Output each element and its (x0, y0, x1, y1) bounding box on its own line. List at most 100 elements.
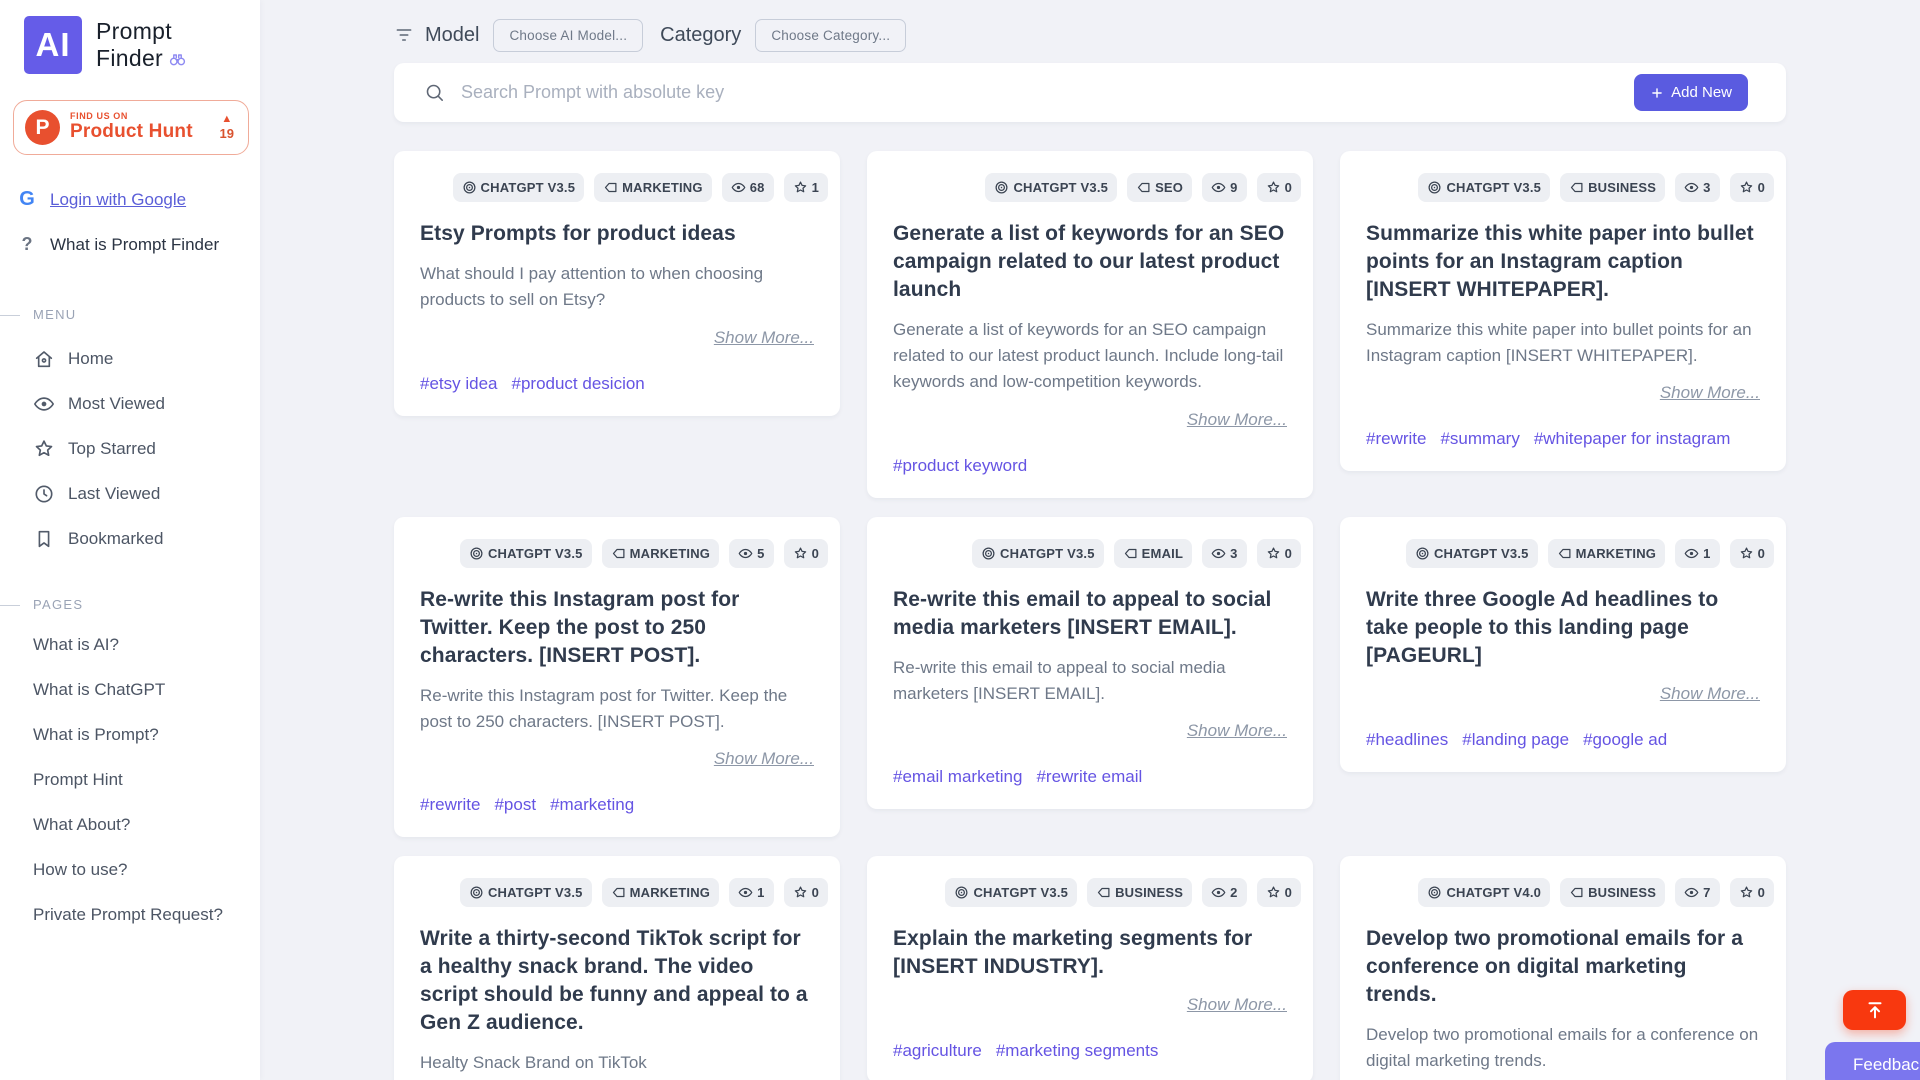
model-badge[interactable]: CHATGPT V3.5 (460, 878, 592, 907)
sidebar-item-last-viewed[interactable]: Last Viewed (0, 471, 260, 516)
category-badge[interactable]: BUSINESS (1560, 878, 1665, 907)
tag-link[interactable]: #headlines (1366, 730, 1448, 750)
model-badge[interactable]: CHATGPT V3.5 (1406, 539, 1538, 568)
tag-link[interactable]: #email marketing (893, 767, 1022, 787)
show-more-row: Show More... (893, 410, 1287, 430)
page-link-what-is-ai[interactable]: What is AI? (0, 622, 260, 667)
prompt-card[interactable]: CHATGPT V3.5MARKETING681Etsy Prompts for… (394, 151, 840, 416)
sidebar-item-top-starred[interactable]: Top Starred (0, 426, 260, 471)
model-badge[interactable]: CHATGPT V3.5 (460, 539, 592, 568)
bookmark-icon (33, 528, 55, 550)
category-badge[interactable]: BUSINESS (1087, 878, 1192, 907)
star-icon (1739, 180, 1754, 195)
model-badge[interactable]: CHATGPT V4.0 (1418, 878, 1550, 907)
stars-badge[interactable]: 0 (1257, 173, 1301, 202)
stars-badge[interactable]: 0 (1257, 878, 1301, 907)
tag-link[interactable]: #landing page (1462, 730, 1569, 750)
tag-link[interactable]: #google ad (1583, 730, 1667, 750)
prompt-card[interactable]: CHATGPT V3.5BUSINESS20Explain the market… (867, 856, 1313, 1080)
page-link-private-prompt-request[interactable]: Private Prompt Request? (0, 892, 260, 937)
model-badge[interactable]: CHATGPT V3.5 (985, 173, 1117, 202)
show-more-row: Show More... (420, 328, 814, 348)
stars-badge-value: 0 (1285, 181, 1292, 194)
category-badge[interactable]: MARKETING (594, 173, 712, 202)
category-badge[interactable]: MARKETING (1548, 539, 1666, 568)
tag-link[interactable]: #rewrite (420, 795, 480, 815)
model-select[interactable]: Choose AI Model... (493, 19, 643, 52)
sidebar-item-home[interactable]: Home (0, 336, 260, 381)
app-root: AI Prompt Finder P FIND US ON Product Hu… (0, 0, 1920, 1080)
sidebar-item-most-viewed[interactable]: Most Viewed (0, 381, 260, 426)
tag-link[interactable]: #product keyword (893, 456, 1027, 476)
category-badge-value: MARKETING (1576, 547, 1657, 560)
star-icon (1739, 546, 1754, 561)
prompt-card[interactable]: CHATGPT V3.5BUSINESS30Summarize this whi… (1340, 151, 1786, 471)
stars-badge[interactable]: 0 (1257, 539, 1301, 568)
add-new-button[interactable]: Add New (1634, 74, 1748, 111)
category-badge[interactable]: EMAIL (1114, 539, 1192, 568)
tag-link[interactable]: #marketing (550, 795, 634, 815)
prompt-card[interactable]: CHATGPT V3.5EMAIL30Re-write this email t… (867, 517, 1313, 810)
category-badge[interactable]: MARKETING (602, 878, 720, 907)
model-badge[interactable]: CHATGPT V3.5 (972, 539, 1104, 568)
stars-badge[interactable]: 0 (784, 878, 828, 907)
stars-badge[interactable]: 0 (1730, 878, 1774, 907)
show-more-link[interactable]: Show More... (1660, 383, 1760, 402)
openai-icon (469, 546, 484, 561)
model-badge[interactable]: CHATGPT V3.5 (1418, 173, 1550, 202)
show-more-link[interactable]: Show More... (1187, 995, 1287, 1014)
tag-list: #agriculture #marketing segments (893, 1041, 1289, 1061)
category-badge[interactable]: SEO (1127, 173, 1192, 202)
prompt-card[interactable]: CHATGPT V3.5MARKETING10Write three Googl… (1340, 517, 1786, 772)
tag-link[interactable]: #whitepaper for instagram (1534, 429, 1731, 449)
stars-badge-value: 1 (812, 181, 819, 194)
tag-link[interactable]: #rewrite email (1036, 767, 1142, 787)
search-input[interactable] (461, 82, 1634, 103)
prompt-card[interactable]: CHATGPT V3.5SEO90Generate a list of keyw… (867, 151, 1313, 498)
page-link-what-is-prompt[interactable]: What is Prompt? (0, 712, 260, 757)
page-link-what-about[interactable]: What About? (0, 802, 260, 847)
feedback-button[interactable]: Feedback (1825, 1042, 1920, 1080)
show-more-link[interactable]: Show More... (1187, 410, 1287, 429)
tag-icon (603, 180, 618, 195)
model-badge[interactable]: CHATGPT V3.5 (945, 878, 1077, 907)
stars-badge[interactable]: 0 (784, 539, 828, 568)
show-more-link[interactable]: Show More... (714, 749, 814, 768)
sidebar-item-bookmarked[interactable]: Bookmarked (0, 516, 260, 561)
scroll-to-top-button[interactable] (1843, 990, 1906, 1030)
show-more-link[interactable]: Show More... (1660, 684, 1760, 703)
tag-link[interactable]: #agriculture (893, 1041, 982, 1061)
page-link-prompt-hint[interactable]: Prompt Hint (0, 757, 260, 802)
tag-link[interactable]: #marketing segments (996, 1041, 1159, 1061)
page-link-how-to-use[interactable]: How to use? (0, 847, 260, 892)
tag-link[interactable]: #product desicion (512, 374, 645, 394)
what-is-prompt-finder-link[interactable]: What is Prompt Finder (50, 235, 219, 255)
prompt-card[interactable]: CHATGPT V4.0BUSINESS70Develop two promot… (1340, 856, 1786, 1080)
show-more-link[interactable]: Show More... (1187, 721, 1287, 740)
views-badge: 1 (729, 878, 773, 907)
category-select[interactable]: Choose Category... (755, 19, 906, 52)
tag-link[interactable]: #rewrite (1366, 429, 1426, 449)
eye-icon (1684, 885, 1699, 900)
main-content: Model Choose AI Model... Category Choose… (260, 0, 1920, 1080)
openai-icon (981, 546, 996, 561)
stars-badge[interactable]: 0 (1730, 173, 1774, 202)
category-badge[interactable]: BUSINESS (1560, 173, 1665, 202)
badge-row: CHATGPT V3.5BUSINESS20 (893, 878, 1301, 907)
show-more-link[interactable]: Show More... (714, 328, 814, 347)
prompt-card[interactable]: CHATGPT V3.5MARKETING10Write a thirty-se… (394, 856, 840, 1080)
category-badge[interactable]: MARKETING (602, 539, 720, 568)
stars-badge[interactable]: 1 (784, 173, 828, 202)
product-hunt-badge[interactable]: P FIND US ON Product Hunt ▲ 19 (13, 100, 249, 155)
prompt-card[interactable]: CHATGPT V3.5MARKETING50Re-write this Ins… (394, 517, 840, 837)
page-link-what-is-chatgpt[interactable]: What is ChatGPT (0, 667, 260, 712)
category-badge-value: BUSINESS (1588, 181, 1656, 194)
tag-list: #rewrite #post #marketing (420, 795, 816, 815)
tag-link[interactable]: #etsy idea (420, 374, 498, 394)
tag-link[interactable]: #post (494, 795, 536, 815)
tag-link[interactable]: #summary (1440, 429, 1519, 449)
logo[interactable]: AI Prompt Finder (24, 16, 260, 74)
model-badge[interactable]: CHATGPT V3.5 (453, 173, 585, 202)
login-with-google-link[interactable]: Login with Google (50, 190, 186, 210)
stars-badge[interactable]: 0 (1730, 539, 1774, 568)
